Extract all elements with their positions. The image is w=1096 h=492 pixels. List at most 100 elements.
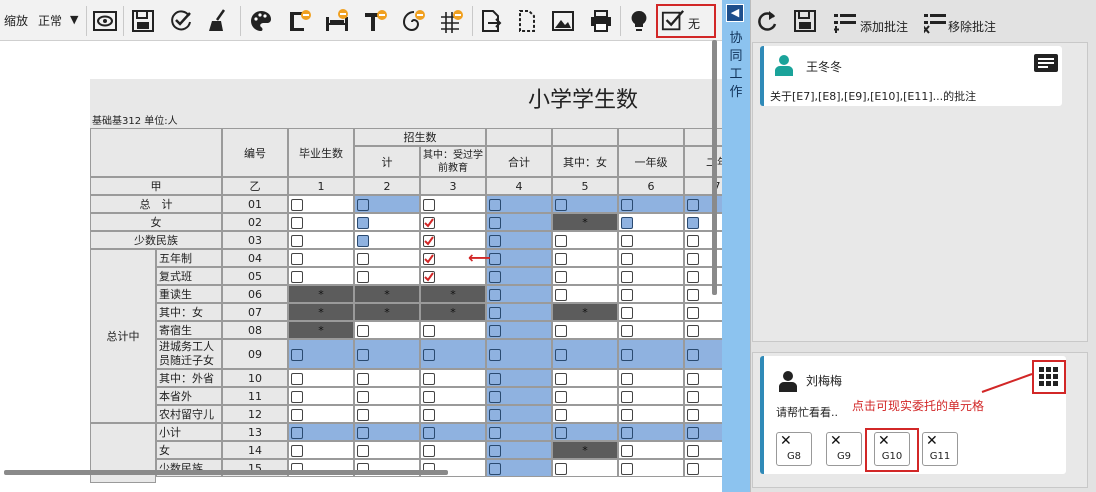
data-cell[interactable] [552,231,618,249]
checkbox[interactable] [555,325,567,337]
row-label[interactable]: 农村留守儿 [156,405,222,423]
data-cell[interactable] [354,369,420,387]
checkbox[interactable] [555,463,567,475]
data-cell[interactable]: * [552,441,618,459]
data-cell[interactable] [486,423,552,441]
checkbox[interactable] [687,373,699,385]
checkbox-checked[interactable] [423,271,435,283]
checkbox[interactable] [357,445,369,457]
checkbox[interactable] [423,445,435,457]
checkbox[interactable] [687,427,699,439]
checkbox[interactable] [489,463,501,475]
vertical-scrollbar[interactable] [712,40,717,295]
checkbox[interactable] [555,253,567,265]
checkbox[interactable] [687,253,699,265]
checkbox[interactable] [555,391,567,403]
checkbox[interactable] [621,391,633,403]
data-cell[interactable] [354,441,420,459]
checkbox[interactable] [489,349,501,361]
data-cell[interactable] [420,405,486,423]
row-label[interactable]: 复式班 [156,267,222,285]
data-cell[interactable] [354,231,420,249]
checkbox[interactable] [621,409,633,421]
data-cell[interactable] [354,405,420,423]
index-cell[interactable]: 乙 [222,177,288,195]
row-code[interactable]: 08 [222,321,288,339]
checkbox[interactable] [291,373,303,385]
checkbox[interactable] [357,253,369,265]
checkbox[interactable] [423,349,435,361]
data-cell[interactable] [354,195,420,213]
checkbox[interactable] [489,235,501,247]
checkbox[interactable] [621,199,633,211]
row-label[interactable]: 五年制 [156,249,222,267]
checkbox[interactable] [357,235,369,247]
checkbox[interactable] [621,217,633,229]
header-graduates[interactable]: 毕业生数 [288,128,354,177]
data-cell[interactable] [552,387,618,405]
header-enroll[interactable]: 招生数 [354,128,486,146]
checkbox[interactable] [357,325,369,337]
data-cell[interactable] [618,369,684,387]
data-cell[interactable] [486,231,552,249]
save-comments-button[interactable] [792,8,818,37]
row-label[interactable]: 本省外 [156,387,222,405]
remove-comment-label[interactable]: 移除批注 [948,18,996,35]
checkbox[interactable] [687,217,699,229]
data-cell[interactable] [552,249,618,267]
comment-card[interactable]: 王冬冬 关于[E7],[E8],[E9],[E10],[E11]...的批注 [760,46,1062,106]
checkbox[interactable] [555,271,567,283]
data-cell[interactable] [618,339,684,369]
data-cell[interactable] [552,405,618,423]
data-cell[interactable] [486,195,552,213]
data-cell[interactable] [288,387,354,405]
checkbox[interactable] [621,349,633,361]
row-code[interactable]: 13 [222,423,288,441]
checkbox[interactable] [357,271,369,283]
data-cell[interactable] [288,213,354,231]
data-cell[interactable] [288,249,354,267]
data-cell[interactable] [420,387,486,405]
remove-icon[interactable]: ✕ [830,433,842,449]
data-cell[interactable] [486,321,552,339]
checkbox[interactable] [489,217,501,229]
data-cell[interactable] [552,195,618,213]
data-cell[interactable]: * [288,303,354,321]
data-cell[interactable] [420,369,486,387]
row-label[interactable]: 其中：女 [156,303,222,321]
data-cell[interactable] [354,249,420,267]
header-enroll-total[interactable]: 计 [354,146,420,177]
data-cell[interactable] [486,249,552,267]
data-cell[interactable] [552,423,618,441]
side-group-label[interactable]: 总计中 [90,249,156,423]
data-cell[interactable] [288,195,354,213]
data-cell[interactable] [486,387,552,405]
checkbox[interactable] [687,445,699,457]
remove-icon[interactable]: ✕ [780,433,792,449]
row-label[interactable]: 少数民族 [90,231,222,249]
row-label[interactable]: 其中：外省 [156,369,222,387]
save-button[interactable] [128,6,158,36]
header-cell[interactable] [486,128,552,146]
checkbox[interactable] [291,349,303,361]
row-code[interactable]: 04 [222,249,288,267]
index-cell[interactable]: 5 [552,177,618,195]
row-label[interactable]: 女 [90,213,222,231]
index-cell[interactable]: 2 [354,177,420,195]
add-comment-label[interactable]: 添加批注 [860,18,908,35]
checkbox[interactable] [489,373,501,385]
checkbox[interactable] [291,427,303,439]
data-cell[interactable] [618,285,684,303]
data-cell[interactable] [552,339,618,369]
checkbox[interactable] [423,391,435,403]
checkbox[interactable] [621,253,633,265]
checkbox[interactable] [357,349,369,361]
checkbox[interactable] [291,445,303,457]
checkbox[interactable] [489,391,501,403]
collab-panel-strip[interactable]: ◀ 协同工作 [722,0,750,492]
row-code[interactable]: 05 [222,267,288,285]
header-cell[interactable] [618,128,684,146]
checkbox[interactable] [357,391,369,403]
collapse-panel-icon[interactable]: ◀ [726,4,744,22]
data-cell[interactable] [618,423,684,441]
